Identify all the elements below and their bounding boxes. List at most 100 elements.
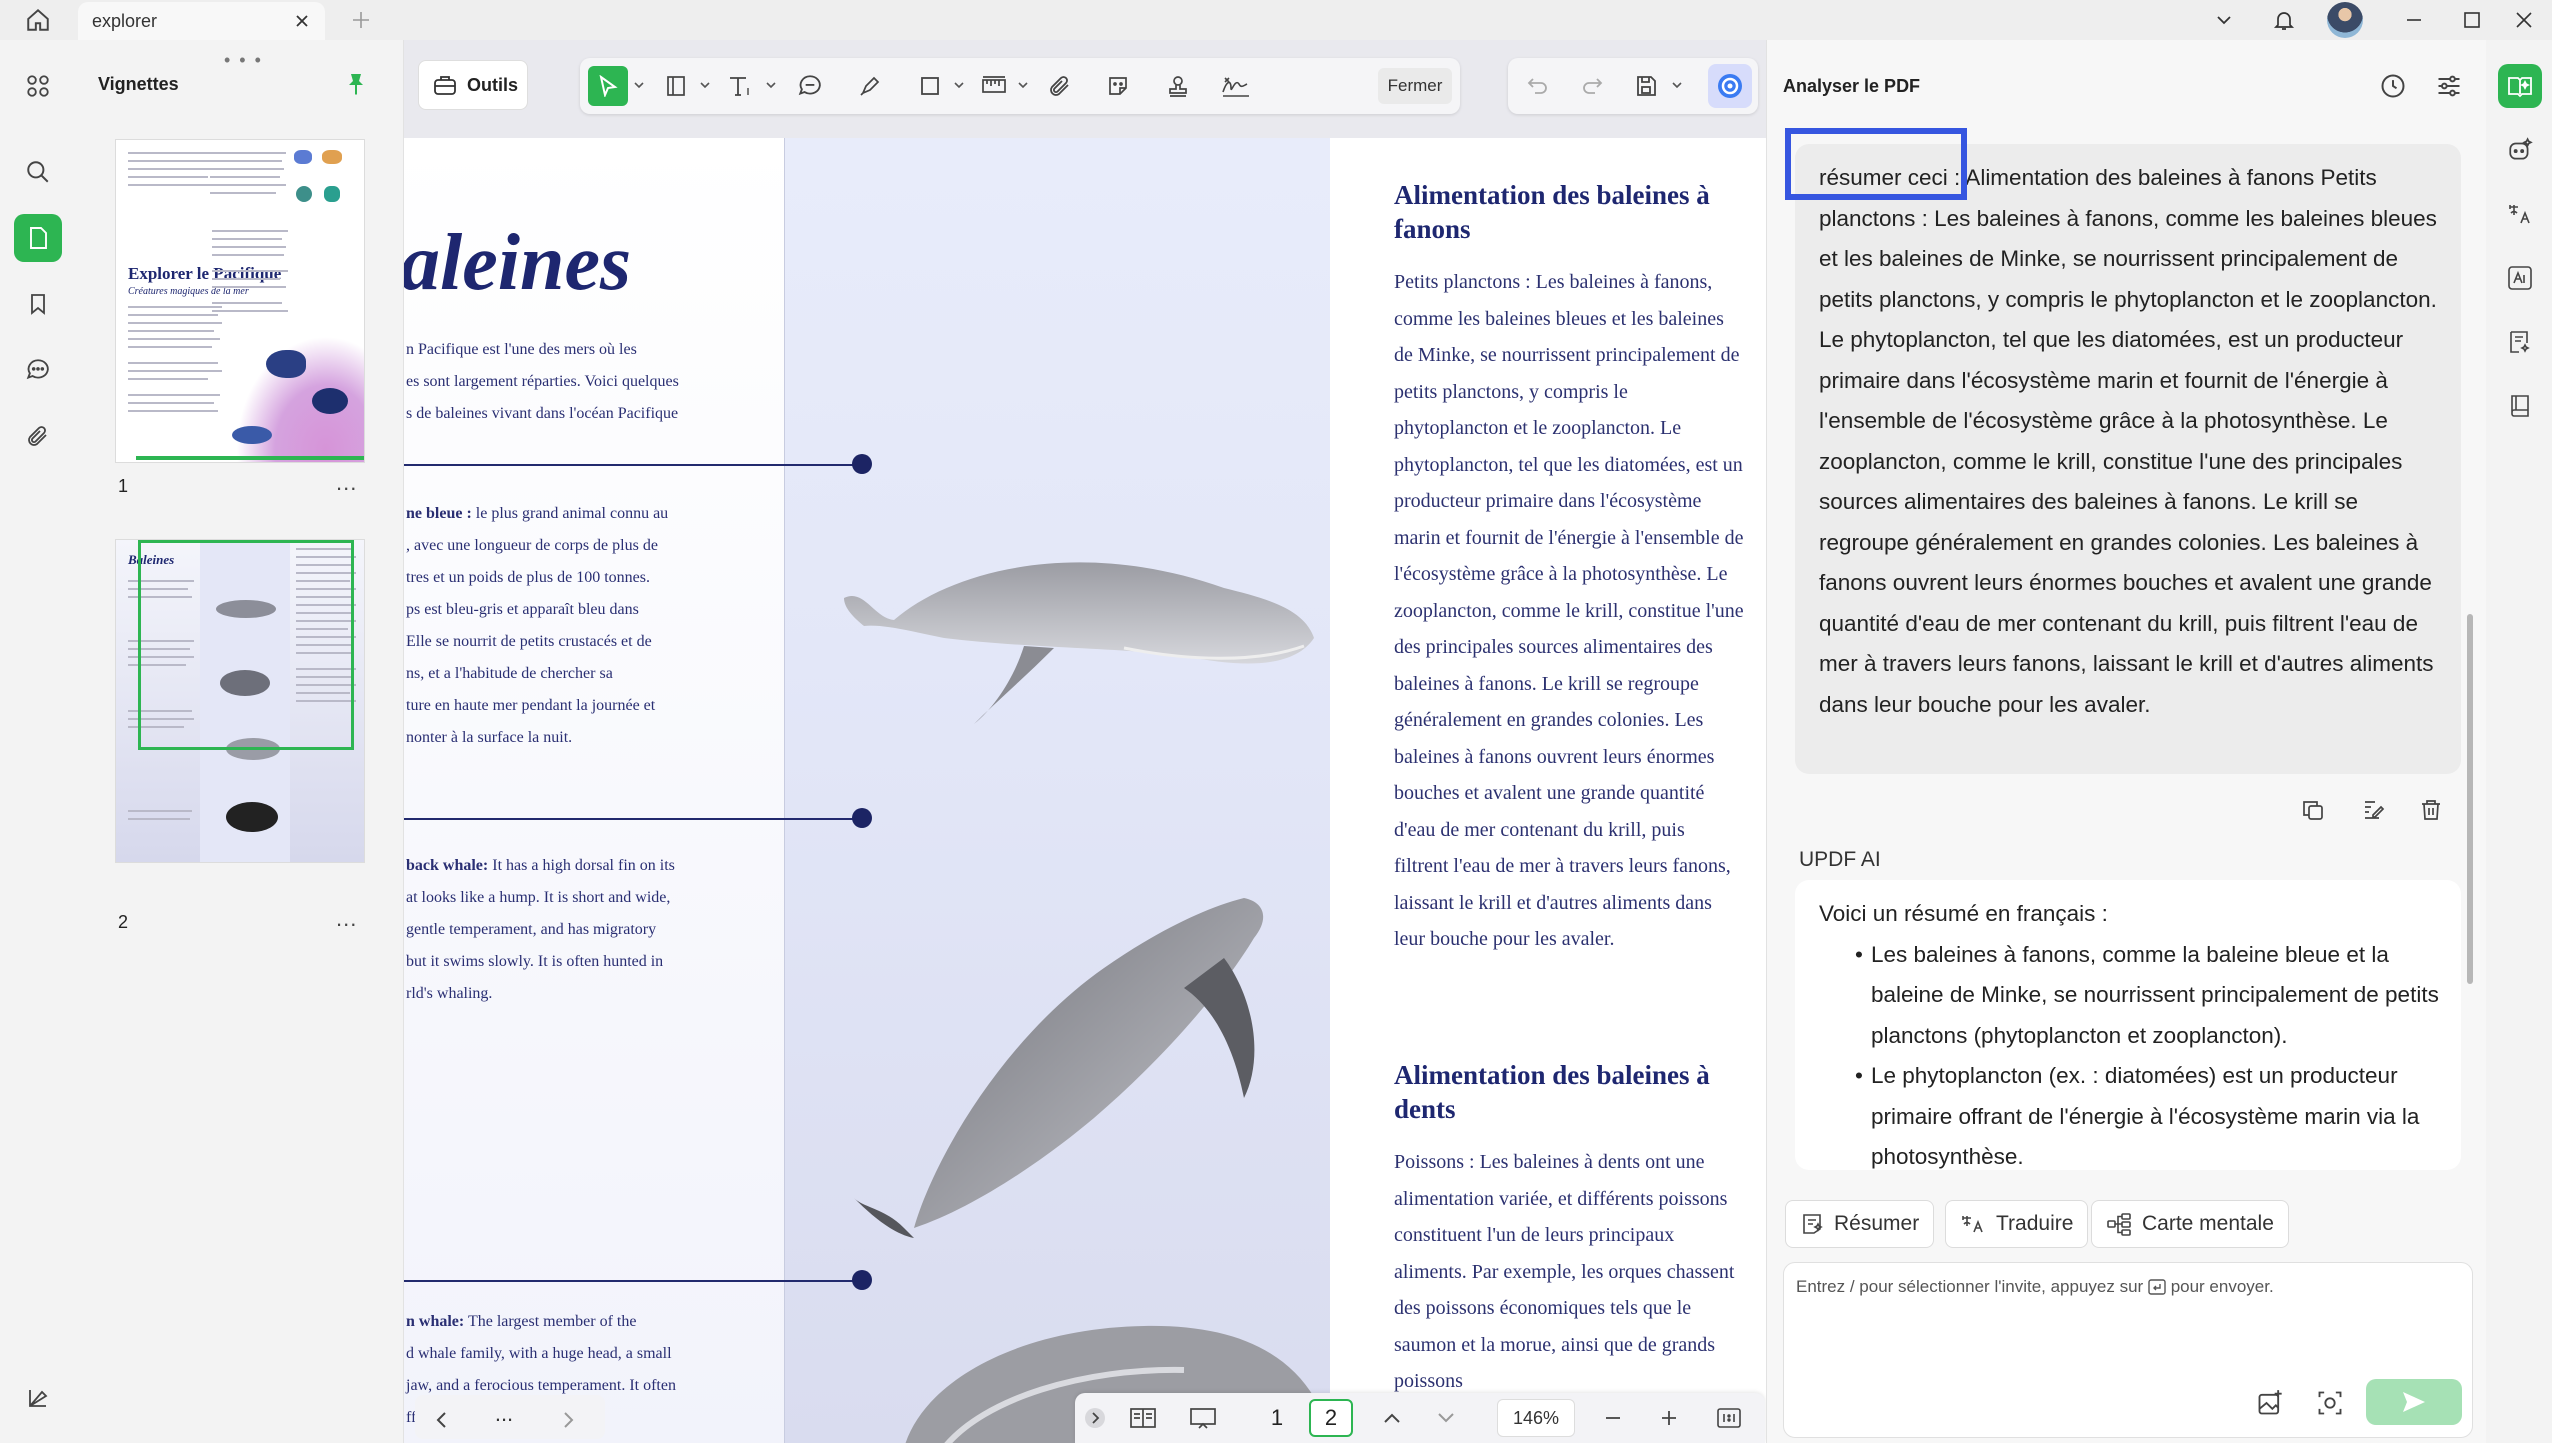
ai-response-intro: Voici un résumé en français : bbox=[1819, 901, 2108, 926]
zoom-out-icon[interactable] bbox=[1595, 1399, 1631, 1437]
attach-file-icon[interactable] bbox=[1040, 66, 1080, 106]
zoom-level[interactable]: 146% bbox=[1497, 1399, 1575, 1437]
ai-chat-icon[interactable] bbox=[2498, 64, 2542, 108]
screenshot-icon[interactable] bbox=[2310, 1383, 2350, 1423]
chevron-down-icon[interactable] bbox=[634, 80, 644, 90]
intro-paragraph: n Pacifique est l'une des mers où les es… bbox=[406, 341, 679, 422]
prompt-input[interactable]: Entrez / pour sélectionner l'invite, app… bbox=[1783, 1262, 2473, 1438]
insert-image-icon[interactable] bbox=[2250, 1383, 2290, 1423]
zoom-in-icon[interactable] bbox=[1651, 1399, 1687, 1437]
user-message-bubble[interactable]: résumer ceci : Alimentation des baleines… bbox=[1795, 144, 2461, 774]
bell-icon[interactable] bbox=[2260, 2, 2308, 38]
chevron-down-icon[interactable] bbox=[954, 80, 964, 90]
chat-scrollbar[interactable] bbox=[2467, 614, 2473, 984]
maximize-icon[interactable] bbox=[2448, 2, 2496, 38]
search-icon[interactable] bbox=[14, 148, 62, 196]
rectangle-tool-icon[interactable] bbox=[910, 66, 950, 106]
save-icon[interactable] bbox=[1626, 66, 1666, 106]
redo-icon[interactable] bbox=[1572, 66, 1612, 106]
text-tool-icon[interactable] bbox=[720, 66, 760, 106]
close-tab-icon[interactable] bbox=[289, 8, 315, 34]
summarize-chip[interactable]: Résumer bbox=[1785, 1200, 1935, 1248]
chevron-down-icon[interactable] bbox=[1018, 80, 1028, 90]
ai-assistant-panel: Analyser le PDF résumer ceci : Alimentat… bbox=[1766, 40, 2486, 1443]
sperm-whale-label: n whale: bbox=[406, 1313, 465, 1330]
pin-icon[interactable] bbox=[340, 68, 372, 100]
more-options-icon[interactable]: ... bbox=[479, 1395, 529, 1433]
ai-text-icon[interactable] bbox=[2498, 256, 2542, 300]
reading-mode-icon[interactable] bbox=[1123, 1399, 1163, 1437]
thumbnail-viewport-indicator bbox=[138, 540, 354, 750]
attachment-icon[interactable] bbox=[14, 412, 62, 460]
chevron-left-icon[interactable] bbox=[425, 1401, 459, 1439]
page-number-current[interactable]: 2 bbox=[1309, 1399, 1353, 1437]
previous-page-icon[interactable] bbox=[1375, 1399, 1409, 1437]
page-number-input[interactable]: 1 bbox=[1255, 1399, 1299, 1437]
close-window-icon[interactable] bbox=[2500, 2, 2548, 38]
baleen-heading: Alimentation des baleines à fanons bbox=[1394, 180, 1710, 244]
sticker-icon[interactable] bbox=[1098, 66, 1138, 106]
measure-tool-icon[interactable] bbox=[974, 66, 1014, 106]
actual-size-icon[interactable] bbox=[1709, 1399, 1749, 1437]
presentation-icon[interactable] bbox=[1183, 1399, 1223, 1437]
signature-icon[interactable] bbox=[1216, 66, 1256, 106]
translate-chip[interactable]: Traduire bbox=[1945, 1200, 2089, 1248]
ai-assistant-icon[interactable] bbox=[1708, 64, 1752, 108]
layers-icon[interactable] bbox=[14, 1374, 62, 1422]
chevron-down-icon[interactable] bbox=[700, 80, 710, 90]
send-button[interactable] bbox=[2366, 1379, 2462, 1425]
stamp-icon[interactable] bbox=[1158, 66, 1198, 106]
delete-icon[interactable] bbox=[2413, 792, 2449, 828]
tab-explorer[interactable]: explorer bbox=[78, 2, 325, 40]
ai-form-icon[interactable] bbox=[2498, 320, 2542, 364]
thumbnail-text-block bbox=[210, 152, 288, 222]
pdf-page[interactable]: aleines n Pacifique est l'une des mers o… bbox=[404, 138, 1766, 1443]
home-icon[interactable] bbox=[18, 4, 58, 36]
connector-dot bbox=[852, 1270, 872, 1290]
thumbnail-page-2[interactable]: Baleines bbox=[116, 540, 364, 862]
thumbnail-text-block bbox=[128, 306, 224, 436]
grid-icon[interactable] bbox=[14, 62, 62, 110]
summarize-label: Résumer bbox=[1834, 1212, 1920, 1235]
thumbnail-more-icon[interactable]: ... bbox=[336, 470, 357, 496]
select-cursor-icon[interactable] bbox=[588, 66, 628, 106]
title-bar: explorer bbox=[0, 0, 2552, 40]
undo-icon[interactable] bbox=[1518, 66, 1558, 106]
tools-button[interactable]: Outils bbox=[418, 60, 528, 110]
comment-tool-icon[interactable] bbox=[790, 66, 830, 106]
copy-icon[interactable] bbox=[2295, 792, 2331, 828]
ai-assistant-sparkle-icon[interactable] bbox=[2498, 128, 2542, 172]
collapse-nav-icon[interactable] bbox=[1081, 1399, 1109, 1437]
chevron-down-icon[interactable] bbox=[2200, 2, 2248, 38]
history-icon[interactable] bbox=[2373, 66, 2413, 106]
ai-translate-icon[interactable] bbox=[2498, 192, 2542, 236]
close-edit-button[interactable]: Fermer bbox=[1378, 68, 1452, 104]
chevron-down-icon[interactable] bbox=[1672, 80, 1682, 90]
toolbox-icon bbox=[434, 76, 456, 95]
humpback-whale-illustration bbox=[854, 898, 1264, 1238]
new-tab-icon[interactable] bbox=[345, 4, 377, 36]
highlighter-icon[interactable] bbox=[850, 66, 890, 106]
mindmap-chip[interactable]: Carte mentale bbox=[2091, 1200, 2289, 1248]
chevron-down-icon[interactable] bbox=[766, 80, 776, 90]
humpback-label: back whale: bbox=[406, 857, 489, 874]
ai-response-bubble[interactable]: Voici un résumé en français : Les balein… bbox=[1795, 880, 2461, 1170]
resize-grip-icon[interactable]: • • • bbox=[224, 50, 263, 71]
edit-message-icon[interactable] bbox=[2355, 792, 2391, 828]
thumbnails-icon[interactable] bbox=[14, 214, 62, 262]
avatar[interactable] bbox=[2327, 2, 2363, 38]
summarize-icon bbox=[1803, 1214, 1823, 1234]
chevron-right-icon[interactable] bbox=[551, 1401, 585, 1439]
comment-icon[interactable] bbox=[14, 346, 62, 394]
document-viewport[interactable]: aleines n Pacifique est l'une des mers o… bbox=[404, 40, 1766, 1443]
connector-line bbox=[404, 818, 860, 820]
next-page-icon[interactable] bbox=[1429, 1399, 1463, 1437]
bookmark-icon[interactable] bbox=[14, 280, 62, 328]
thumbnail-page-1[interactable]: Explorer le Pacifique Créatures magiques… bbox=[116, 140, 364, 462]
edit-toolbar: Outils Fermer bbox=[404, 48, 1766, 126]
thumbnail-more-icon[interactable]: ... bbox=[336, 906, 357, 932]
minimize-icon[interactable] bbox=[2390, 2, 2438, 38]
text-box-icon[interactable] bbox=[656, 66, 696, 106]
settings-sliders-icon[interactable] bbox=[2429, 66, 2469, 106]
book-icon[interactable] bbox=[2498, 384, 2542, 428]
